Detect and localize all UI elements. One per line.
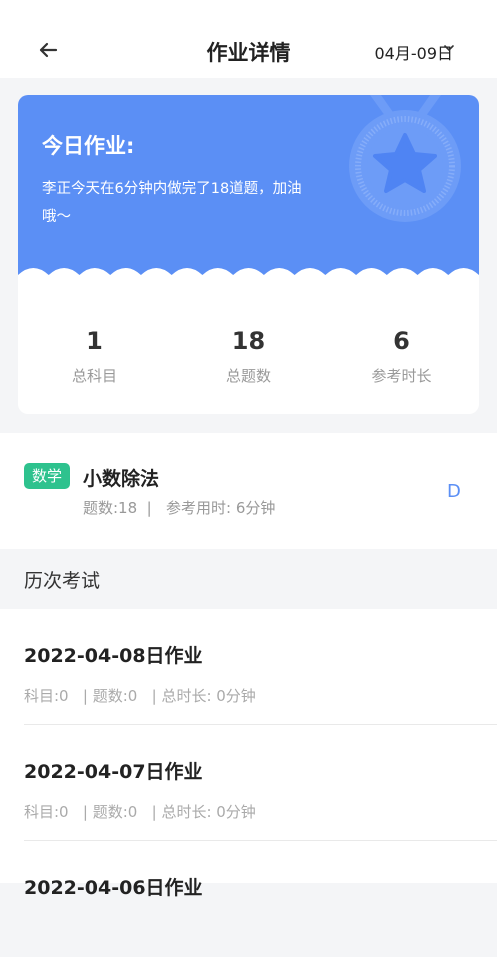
subject-badge: 数学: [24, 463, 70, 489]
subject-name: 小数除法: [83, 468, 160, 490]
history-item[interactable]: 2022-04-07日作业 科目:0 | 题数:0 | 总时长: 0分钟: [0, 725, 497, 841]
history-item-title: 2022-04-06日作业: [24, 877, 203, 899]
history-title: 历次考试: [24, 570, 101, 592]
wave-divider: [18, 268, 479, 295]
stat-duration: 6 参考时长: [325, 327, 478, 386]
history-item[interactable]: 2022-04-06日作业: [0, 841, 497, 957]
history-item-title: 2022-04-08日作业: [24, 645, 203, 667]
stat-value: 6: [393, 327, 410, 355]
history-list: 2022-04-08日作业 科目:0 | 题数:0 | 总时长: 0分钟 202…: [0, 609, 497, 899]
stat-subjects: 1 总科目: [18, 327, 171, 386]
summary-description: 李正今天在6分钟内做完了18道题，加油哦～: [42, 181, 302, 225]
stat-questions: 18 总题数: [172, 327, 325, 386]
history-item-title: 2022-04-07日作业: [24, 761, 203, 783]
stat-label: 总题数: [225, 367, 271, 385]
stat-label: 总科目: [71, 367, 117, 385]
summary-card: 今日作业: 李正今天在6分钟内做完了18道题，加油哦～ 1 总科目 18 总题数…: [18, 95, 479, 414]
stat-label: 参考时长: [371, 367, 432, 385]
medal-icon: [349, 95, 461, 222]
summary-banner: 今日作业: 李正今天在6分钟内做完了18道题，加油哦～: [18, 95, 479, 285]
stat-value: 1: [86, 327, 103, 355]
subject-meta: 题数:18 | 参考用时: 6分钟: [83, 499, 276, 517]
history-item-meta: 科目:0 | 题数:0 | 总时长: 0分钟: [24, 803, 256, 821]
stat-value: 18: [231, 327, 266, 355]
history-item-meta: 科目:0 | 题数:0 | 总时长: 0分钟: [24, 687, 256, 705]
chevron-down-icon[interactable]: [442, 41, 456, 55]
top-bar: 作业详情 04月-09日: [0, 0, 497, 78]
history-item[interactable]: 2022-04-08日作业 科目:0 | 题数:0 | 总时长: 0分钟: [0, 609, 497, 725]
subject-row[interactable]: 数学 小数除法 题数:18 | 参考用时: 6分钟 D: [0, 433, 497, 549]
summary-heading: 今日作业:: [42, 134, 135, 158]
subject-grade: D: [447, 481, 461, 502]
